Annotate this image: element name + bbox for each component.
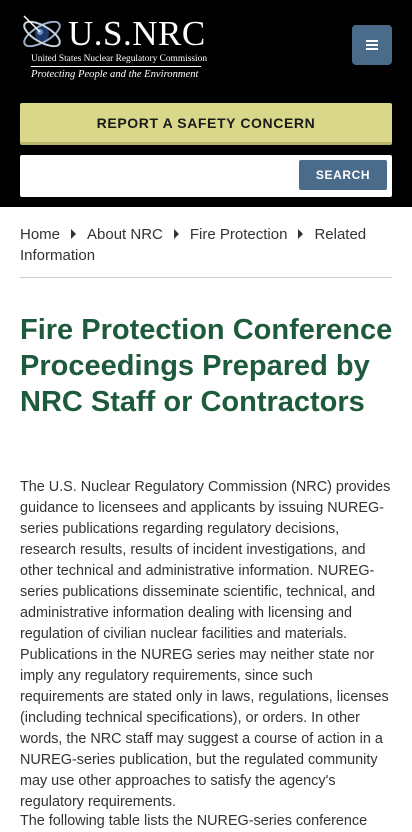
breadcrumb-divider: [20, 277, 392, 278]
caret-right-icon: [71, 229, 77, 239]
site-header: U.S.NRC United States Nuclear Regulatory…: [0, 0, 412, 207]
breadcrumb-fire-protection[interactable]: Fire Protection: [190, 226, 288, 243]
breadcrumb: Home About NRC Fire Protection Related Info…: [20, 224, 392, 266]
hamburger-menu-icon: [366, 38, 378, 52]
logo-divider: [31, 66, 201, 67]
caret-right-icon: [298, 229, 304, 239]
intro-paragraph: The U.S. Nuclear Regulatory Commission (…: [20, 479, 391, 810]
report-safety-concern-button[interactable]: REPORT A SAFETY CONCERN: [20, 103, 392, 145]
breadcrumb-home[interactable]: Home: [20, 226, 60, 243]
menu-button[interactable]: [352, 25, 392, 65]
caret-right-icon: [173, 229, 179, 239]
nrc-atom-icon: [23, 15, 61, 48]
logo-wordmark: U.S.NRC: [68, 14, 206, 53]
logo-subtitle: United States Nuclear Regulatory Commiss…: [31, 54, 208, 64]
search-input[interactable]: [20, 155, 295, 197]
nrc-logo[interactable]: U.S.NRC United States Nuclear Regulatory…: [20, 12, 210, 82]
search-button[interactable]: SEARCH: [299, 160, 387, 190]
search-bar: SEARCH: [20, 155, 392, 197]
logo-tagline: Protecting People and the Environment: [31, 69, 199, 80]
table-intro-paragraph: The following table lists the NUREG-seri…: [20, 813, 368, 829]
page-title: Fire Protection Conference Proceedings P…: [20, 314, 393, 418]
breadcrumb-about-nrc[interactable]: About NRC: [87, 226, 163, 243]
